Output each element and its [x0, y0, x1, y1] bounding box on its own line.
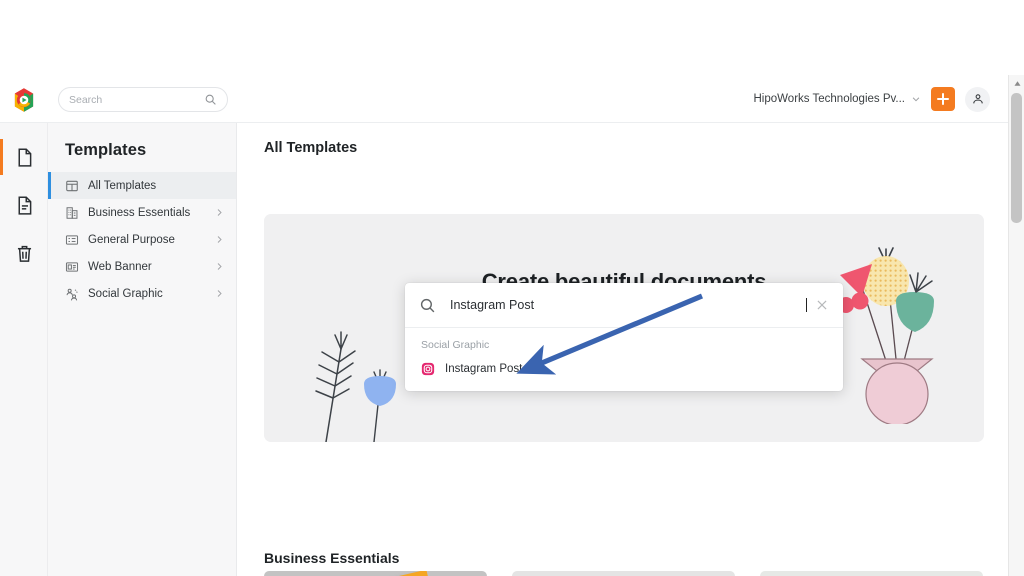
sidebar-item-label: Social Graphic	[88, 287, 163, 300]
org-controls: HipoWorks Technologies Pv...	[754, 83, 990, 115]
rail-item-drafts[interactable]	[0, 181, 48, 229]
rail-item-trash[interactable]	[0, 229, 48, 277]
user-avatar-button[interactable]	[965, 86, 990, 112]
browser-scrollbar[interactable]	[1008, 75, 1024, 576]
search-icon	[420, 298, 435, 312]
template-card-great-boss[interactable]: 12 Outstanding Personality Traits of a G…	[264, 571, 487, 576]
list-card-icon	[65, 234, 79, 245]
organization-name[interactable]: HipoWorks Technologies Pv...	[754, 93, 906, 105]
document-blank-icon	[18, 148, 31, 167]
scrollbar-thumb[interactable]	[1011, 93, 1022, 223]
sidebar-item-label: General Purpose	[88, 233, 175, 246]
chevron-down-icon[interactable]	[911, 94, 921, 104]
flower-vase-illustration	[838, 247, 934, 424]
sidebar-title: Templates	[65, 141, 147, 159]
document-lines-icon	[18, 196, 31, 215]
chevron-right-icon[interactable]	[215, 208, 224, 217]
rail-item-documents[interactable]	[0, 133, 48, 181]
search-icon	[205, 94, 216, 105]
top-bar: HipoWorks Technologies Pv...	[0, 75, 1008, 123]
chevron-right-icon[interactable]	[215, 235, 224, 244]
sidebar-item-social-graphic[interactable]: Social Graphic	[48, 280, 236, 307]
wheat-and-blue-tulip-illustration	[315, 331, 396, 442]
search-result-group-label: Social Graphic	[421, 339, 490, 351]
sidebar-item-label: Business Essentials	[88, 206, 191, 219]
global-search-input[interactable]	[69, 93, 204, 106]
sidebar-item-label: Web Banner	[88, 260, 152, 273]
search-overlay-input-row[interactable]	[405, 283, 843, 328]
user-avatar-icon	[972, 94, 983, 104]
page-title: All Templates	[264, 140, 358, 156]
building-icon	[66, 206, 78, 219]
sidebar-item-web-banner[interactable]: Web Banner	[48, 253, 236, 280]
grid-templates-icon	[66, 180, 78, 191]
sidebar-item-general-purpose[interactable]: General Purpose	[48, 226, 236, 253]
social-people-icon	[66, 288, 78, 300]
template-card-grid: 12 Outstanding Personality Traits of a G…	[264, 571, 1004, 576]
hexagon-play-logo-icon[interactable]	[11, 87, 37, 113]
booklet-artwork: 12 Outstanding Personality Traits of a G…	[280, 571, 454, 576]
search-result-label: Instagram Post	[445, 363, 523, 375]
template-card-makeup-courses[interactable]: --- 7 Weeks --- makeup courses Discover …	[760, 571, 983, 576]
search-result-instagram-post[interactable]: Instagram Post	[405, 359, 843, 379]
instagram-icon	[421, 362, 435, 376]
sidebar-item-business-essentials[interactable]: Business Essentials	[48, 199, 236, 226]
left-icon-rail	[0, 123, 48, 576]
trash-icon	[17, 245, 31, 262]
sidebar-item-all-templates[interactable]: All Templates	[48, 172, 236, 199]
chevron-right-icon[interactable]	[215, 262, 224, 271]
search-results-list: Social Graphic Instagram Post	[405, 328, 843, 391]
chevron-right-icon[interactable]	[215, 289, 224, 298]
template-card-car-wash[interactable]: --- PREMIUM --- CAR WASH 15% OFF	[512, 571, 735, 576]
sidebar-item-label: All Templates	[88, 179, 157, 192]
scroll-up-arrow-icon[interactable]	[1009, 75, 1024, 91]
template-search-input[interactable]	[450, 298, 809, 312]
add-new-button[interactable]	[931, 87, 955, 111]
section-title: Business Essentials	[264, 550, 400, 566]
templates-sidebar: Templates All Templates Business Essenti…	[48, 123, 237, 576]
template-search-overlay: Social Graphic Instagram Post	[405, 283, 843, 391]
banner-icon	[65, 261, 79, 272]
close-icon[interactable]	[815, 298, 829, 312]
screenshot-viewport: HipoWorks Technologies Pv...	[0, 0, 1024, 576]
global-search-box[interactable]	[58, 87, 228, 112]
text-cursor	[806, 298, 807, 312]
